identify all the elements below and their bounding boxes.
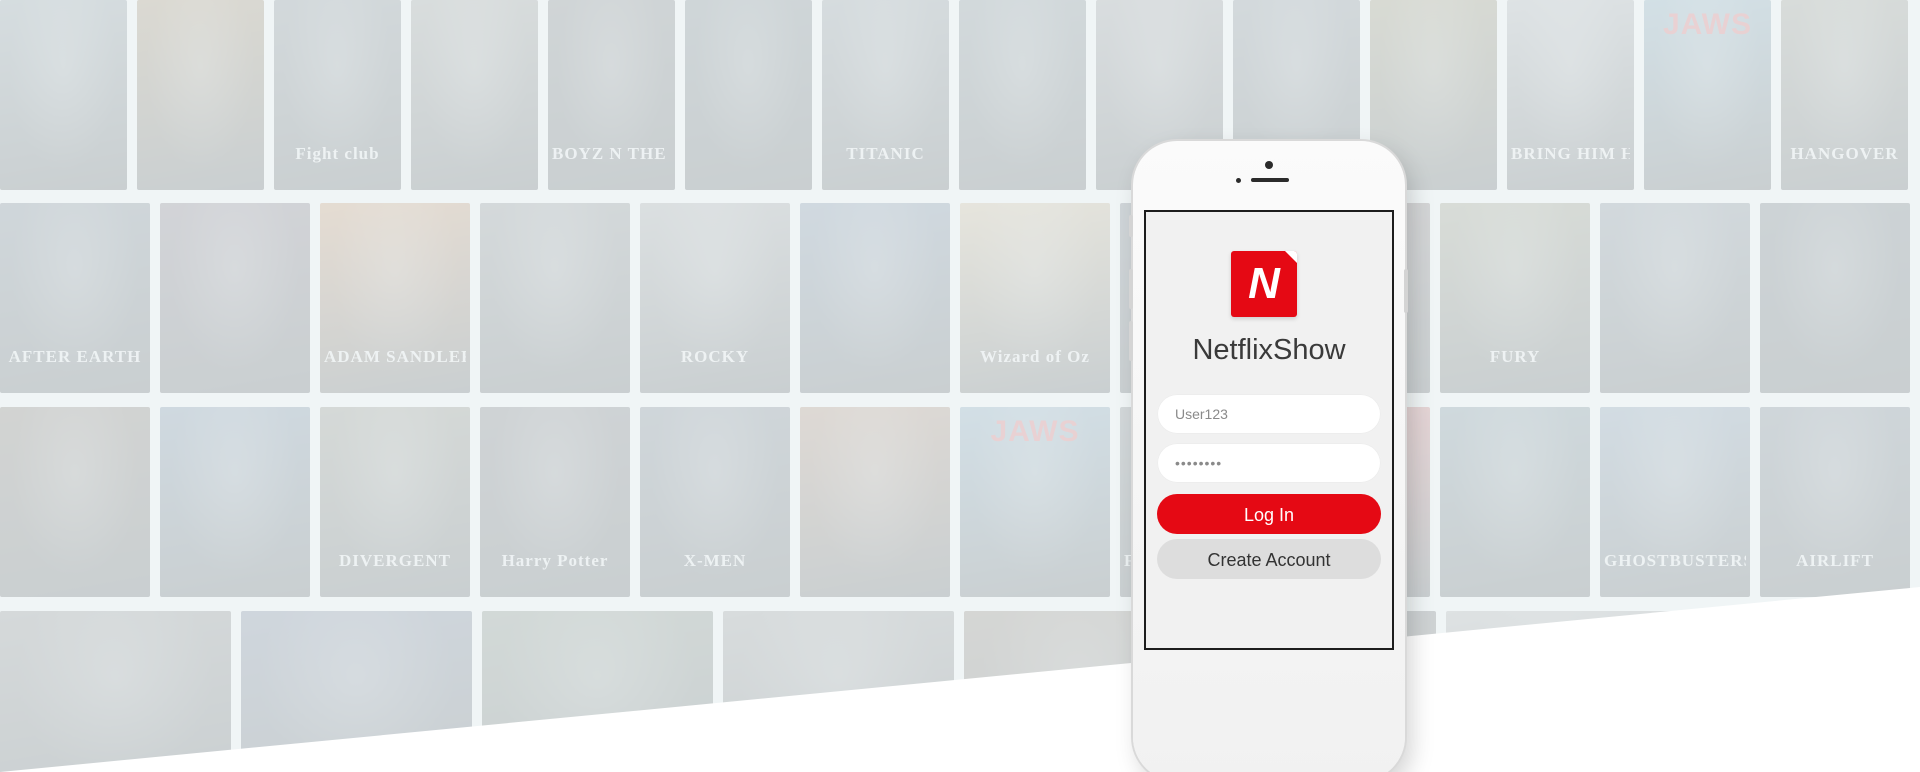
landing-hero: Fight clubBOYZ N THE HOODTITANICBRING HI… <box>0 0 1920 772</box>
login-button[interactable]: Log In <box>1157 494 1381 534</box>
phone-volume-down <box>1129 321 1133 361</box>
white-diagonal-wedge <box>0 587 1920 772</box>
phone-silent-switch <box>1129 215 1133 237</box>
username-field[interactable] <box>1157 394 1381 434</box>
earpiece-speaker <box>1251 178 1289 182</box>
create-account-button[interactable]: Create Account <box>1157 539 1381 579</box>
app-name-title: NetflixShow <box>1192 334 1346 366</box>
netflixshow-logo-icon: N <box>1231 251 1297 317</box>
login-screen: N NetflixShow Log In Create Account <box>1144 210 1394 650</box>
phone-mockup: N NetflixShow Log In Create Account <box>1129 141 1408 772</box>
proximity-sensor <box>1236 178 1241 183</box>
password-field[interactable] <box>1157 443 1381 483</box>
phone-volume-up <box>1129 269 1133 309</box>
phone-power-button <box>1404 269 1408 313</box>
front-camera <box>1265 161 1273 169</box>
logo-letter: N <box>1248 259 1280 308</box>
